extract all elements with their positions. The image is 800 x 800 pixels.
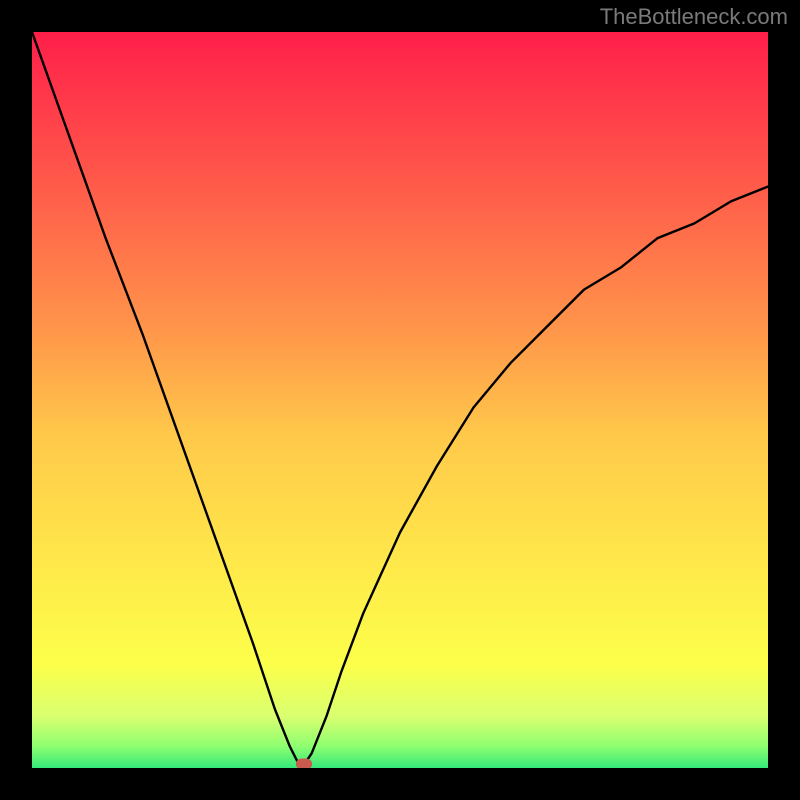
data-marker xyxy=(296,759,312,768)
gradient-background xyxy=(32,32,768,768)
plot-area xyxy=(32,32,768,768)
watermark: TheBottleneck.com xyxy=(600,4,788,30)
chart-container: TheBottleneck.com xyxy=(0,0,800,800)
